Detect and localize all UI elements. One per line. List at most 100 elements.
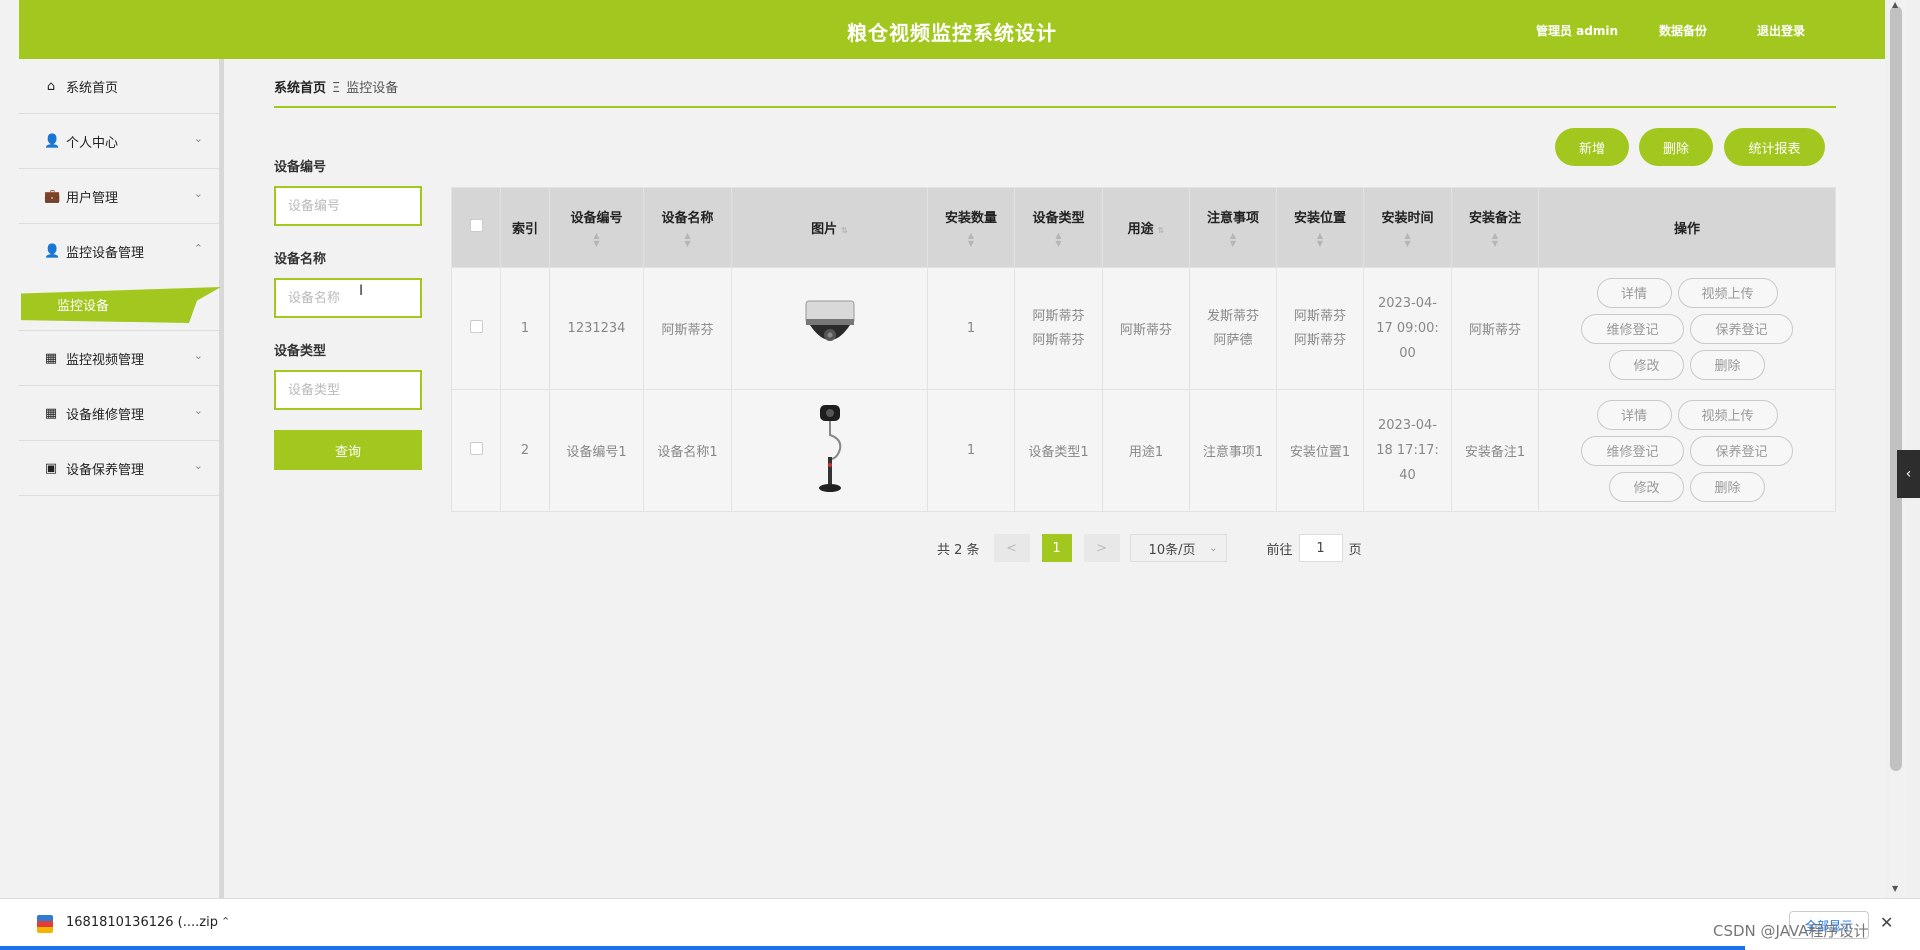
cell-time: 2023-04- 18 17:17: 40 [1363, 389, 1452, 512]
sidebar-item-videos[interactable]: ▦ 监控视频管理 ⌄ [19, 331, 219, 386]
page-size-select[interactable]: 10条/页 ⌄ [1129, 534, 1227, 562]
scroll-thumb[interactable] [1890, 6, 1902, 771]
edit-button[interactable]: 修改 [1609, 471, 1684, 502]
row-checkbox[interactable] [469, 320, 483, 333]
cell-code: 设备编号1 [549, 389, 644, 512]
repair-register-button[interactable]: 维修登记 [1581, 313, 1684, 344]
column-header[interactable]: 设备编号 ▲ ▼ [549, 187, 644, 268]
sort-icon[interactable]: ▲ ▼ [550, 232, 643, 248]
cell-time: 2023-04- 17 09:00: 00 [1363, 267, 1452, 390]
cell-use: 阿斯蒂芬 [1102, 267, 1190, 390]
repair-register-button[interactable]: 维修登记 [1581, 435, 1684, 466]
sort-icon[interactable]: ▲ ▼ [1277, 232, 1363, 248]
row-delete-button[interactable]: 删除 [1690, 471, 1765, 502]
breadcrumb-separator: Ξ [332, 81, 341, 96]
query-button[interactable]: 查询 [274, 430, 422, 470]
column-header[interactable]: 设备类型 ▲ ▼ [1014, 187, 1103, 268]
cell-type: 阿斯蒂芬 阿斯蒂芬 [1014, 267, 1103, 390]
row-delete-button[interactable]: 删除 [1690, 349, 1765, 380]
column-header[interactable]: 安装位置 ▲ ▼ [1276, 187, 1364, 268]
column-header[interactable]: 安装数量 ▲ ▼ [927, 187, 1015, 268]
goto-page-input[interactable]: 1 [1298, 534, 1343, 562]
scroll-up-icon[interactable]: ▲ [1892, 0, 1898, 9]
chevron-up-icon: ⌃ [193, 242, 203, 255]
select-all-checkbox[interactable] [469, 219, 483, 232]
row-checkbox[interactable] [469, 442, 483, 455]
breadcrumb-current: 监控设备 [346, 81, 399, 96]
device-code-label: 设备编号 [274, 160, 327, 175]
sidebar-item-users[interactable]: 💼 用户管理 ⌄ [19, 169, 219, 224]
breadcrumb-home[interactable]: 系统首页 [274, 81, 326, 96]
delete-button[interactable]: 删除 [1639, 128, 1713, 166]
column-header[interactable]: 图片 ⇅ [731, 187, 928, 268]
device-type-input[interactable] [274, 370, 422, 410]
logout-link[interactable]: 退出登录 [1757, 22, 1805, 39]
close-icon[interactable]: ✕ [1880, 913, 1893, 932]
sort-icon[interactable]: ⇅ [841, 226, 848, 235]
next-page-button[interactable]: > [1083, 534, 1120, 562]
chevron-down-icon: ⌄ [193, 459, 203, 472]
scroll-down-icon[interactable]: ▼ [1892, 884, 1898, 893]
sidebar-item-personal[interactable]: 👤 个人中心 ⌄ [19, 114, 219, 169]
video-upload-button[interactable]: 视频上传 [1677, 277, 1778, 308]
cell-notes: 发斯蒂芬 阿萨德 [1189, 267, 1277, 390]
side-expand-tab[interactable]: ‹ [1897, 450, 1920, 498]
maintenance-register-button[interactable]: 保养登记 [1690, 313, 1793, 344]
vertical-scrollbar[interactable]: ▲ ▼ [1885, 0, 1920, 898]
maintenance-register-button[interactable]: 保养登记 [1690, 435, 1793, 466]
cell-name: 阿斯蒂芬 [643, 267, 732, 390]
sidebar-item-maintenance[interactable]: ▣ 设备保养管理 ⌄ [19, 441, 219, 496]
sort-icon[interactable]: ▲ ▼ [1452, 232, 1538, 248]
grid-icon: ▦ [44, 405, 58, 421]
cell-type: 设备类型1 [1014, 389, 1103, 512]
total-count: 共 2 条 [937, 542, 980, 558]
sidebar-item-label: 设备保养管理 [66, 462, 145, 478]
cell-name: 设备名称1 [643, 389, 732, 512]
edit-button[interactable]: 修改 [1609, 349, 1684, 380]
device-code-input[interactable] [274, 186, 422, 226]
home-icon: ⌂ [46, 78, 56, 94]
sidebar-subitem-monitor-device[interactable]: 监控设备 [19, 279, 221, 331]
backup-link[interactable]: 数据备份 [1659, 22, 1707, 39]
page-number-button[interactable]: 1 [1041, 534, 1072, 562]
sidebar-item-label: 监控视频管理 [66, 352, 145, 368]
cell-index: 1 [500, 267, 550, 390]
sort-icon[interactable]: ▲ ▼ [1364, 232, 1451, 248]
sidebar-item-home[interactable]: ⌂ 系统首页 [19, 59, 219, 114]
sidebar-item-devices[interactable]: 👤 监控设备管理 ⌃ [19, 224, 219, 279]
device-name-label: 设备名称 [274, 252, 327, 267]
sort-icon[interactable]: ▲ ▼ [644, 232, 731, 248]
breadcrumb: 系统首页 Ξ 监控设备 [274, 77, 398, 96]
column-header[interactable]: 安装时间 ▲ ▼ [1363, 187, 1452, 268]
cell-qty: 1 [927, 389, 1015, 512]
cell-remark: 阿斯蒂芬 [1451, 267, 1539, 390]
column-header[interactable]: 用途 ⇅ [1102, 187, 1190, 268]
column-header[interactable]: 注意事项 ▲ ▼ [1189, 187, 1277, 268]
sort-icon[interactable]: ⇅ [1158, 226, 1165, 235]
device-name-input[interactable] [274, 278, 422, 318]
download-filename[interactable]: 1681810136126 (....zip [66, 915, 218, 930]
sort-icon[interactable]: ▲ ▼ [1190, 232, 1276, 248]
column-header[interactable]: 安装备注 ▲ ▼ [1451, 187, 1539, 268]
prev-page-button[interactable]: < [993, 534, 1030, 562]
cell-location: 阿斯蒂芬 阿斯蒂芬 [1276, 267, 1364, 390]
sidebar-item-label: 用户管理 [66, 190, 119, 206]
sidebar-item-label: 监控设备管理 [66, 246, 145, 261]
briefcase-icon: 💼 [44, 188, 61, 204]
column-header[interactable]: 设备名称 ▲ ▼ [643, 187, 732, 268]
sidebar-item-label: 设备维修管理 [66, 407, 145, 423]
chevron-up-icon[interactable]: ⌃ [221, 915, 230, 928]
sort-icon[interactable]: ▲ ▼ [1015, 232, 1102, 248]
user-icon: 👤 [44, 244, 61, 259]
video-upload-button[interactable]: 视频上传 [1677, 399, 1778, 430]
user-icon: 👤 [44, 133, 61, 149]
sidebar-item-repair[interactable]: ▦ 设备维修管理 ⌄ [19, 386, 219, 441]
detail-button[interactable]: 详情 [1596, 277, 1672, 308]
chevron-down-icon: ⌄ [1209, 542, 1218, 554]
select-all-cell [451, 187, 501, 268]
sort-icon[interactable]: ▲ ▼ [928, 232, 1014, 248]
detail-button[interactable]: 详情 [1596, 399, 1672, 430]
report-button[interactable]: 统计报表 [1724, 128, 1825, 166]
add-button[interactable]: 新增 [1555, 128, 1629, 166]
admin-label: 管理员 admin [1536, 24, 1619, 38]
